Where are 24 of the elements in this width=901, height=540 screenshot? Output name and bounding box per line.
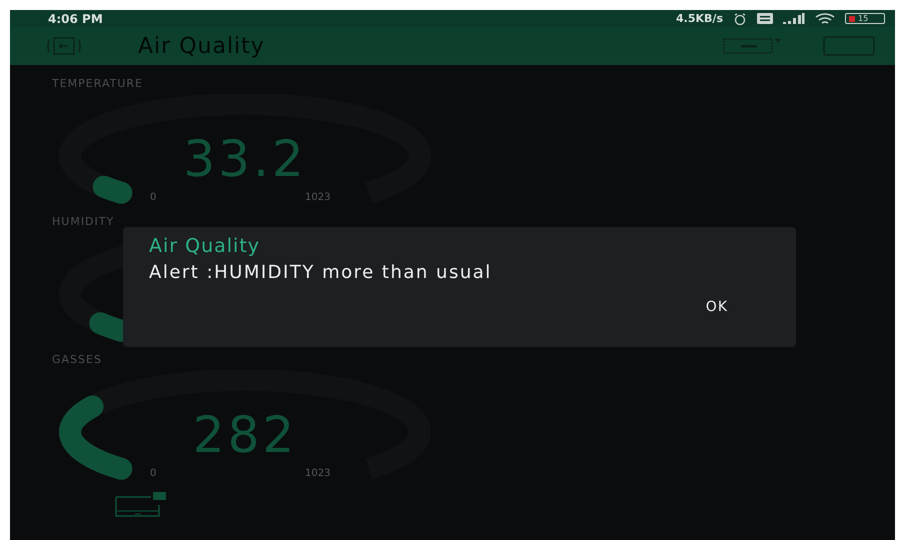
device-notification-icon[interactable] xyxy=(115,491,167,517)
signal-icon xyxy=(783,12,805,24)
battery-fill xyxy=(849,16,855,22)
gauge-max: 1023 xyxy=(305,192,330,203)
gauge-max: 1023 xyxy=(305,468,330,479)
dialog-title: Air Quality xyxy=(149,235,260,257)
gauge-fill xyxy=(92,176,132,204)
gauge-label: TEMPERATURE xyxy=(52,77,143,90)
gauge-value: 282 xyxy=(192,406,298,464)
gauge-label: GASSES xyxy=(52,353,102,366)
wifi-icon xyxy=(815,12,835,24)
battery-widget-icon[interactable] xyxy=(723,37,783,55)
square-icon[interactable] xyxy=(823,36,875,56)
dialog-message: Alert :HUMIDITY more than usual xyxy=(149,265,493,281)
gauge-min: 0 xyxy=(150,468,156,479)
battery-level: 15 xyxy=(858,14,868,22)
gauge-min: 0 xyxy=(150,192,156,203)
alarm-icon xyxy=(733,12,747,24)
gauge-label: HUMIDITY xyxy=(52,215,114,228)
ok-button[interactable]: OK xyxy=(698,295,770,319)
gauge-value: 33.2 xyxy=(183,130,307,188)
device-icon[interactable] xyxy=(46,36,82,56)
network-speed: 4.5KB/s xyxy=(676,12,723,25)
status-time: 4:06 PM xyxy=(47,12,103,26)
